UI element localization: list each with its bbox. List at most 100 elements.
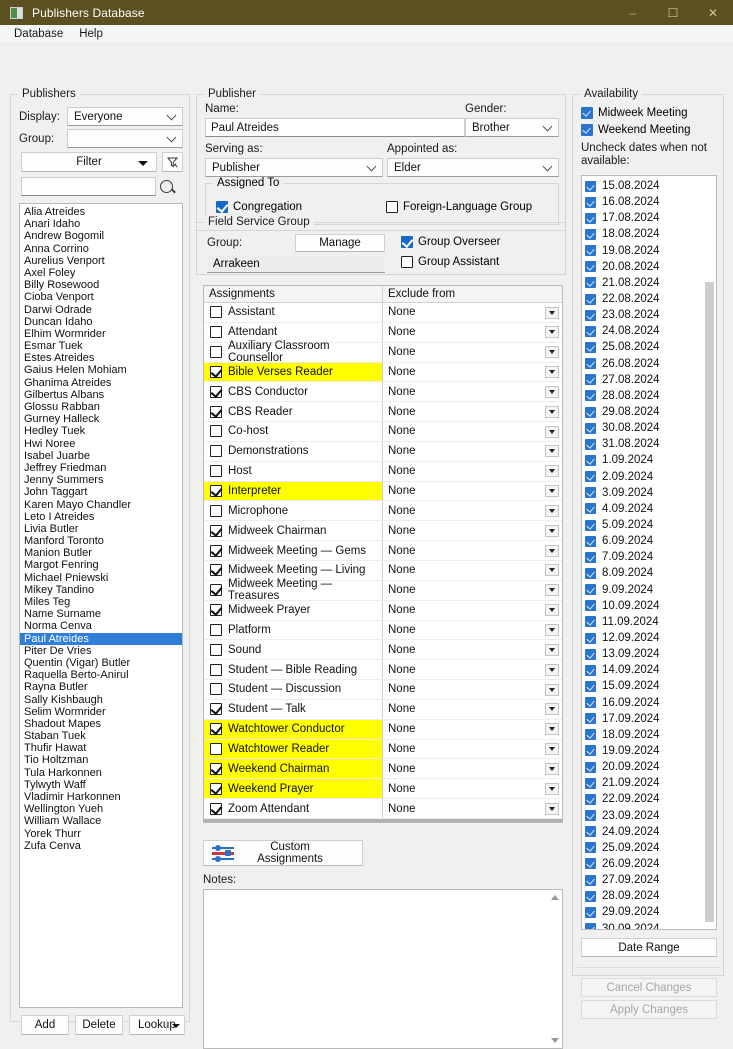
availability-date-item[interactable]: 6.09.2024 xyxy=(585,533,716,549)
publisher-list-item[interactable]: Selim Wormrider xyxy=(20,706,182,718)
dropdown-arrow-icon[interactable] xyxy=(545,564,559,577)
publisher-list-item[interactable]: Manford Toronto xyxy=(20,535,182,547)
assignment-row[interactable]: Host None xyxy=(204,461,562,482)
assignment-row[interactable]: Watchtower Reader None xyxy=(204,739,562,760)
checkbox-icon[interactable] xyxy=(585,358,596,370)
checkbox-icon[interactable] xyxy=(585,390,596,402)
checkbox-icon[interactable] xyxy=(585,810,596,822)
checkbox-icon[interactable] xyxy=(585,793,596,805)
dropdown-arrow-icon[interactable] xyxy=(545,723,559,736)
dropdown-arrow-icon[interactable] xyxy=(545,346,559,359)
publisher-list-item[interactable]: Aurelius Venport xyxy=(20,255,182,267)
dropdown-arrow-icon[interactable] xyxy=(545,624,559,636)
publishers-list[interactable]: Alia Atreides Anari Idaho Andrew Bogomil An… xyxy=(19,203,183,1008)
availability-date-item[interactable]: 15.09.2024 xyxy=(585,678,716,694)
dropdown-arrow-icon[interactable] xyxy=(545,385,559,398)
assignment-row[interactable]: Sound None xyxy=(204,640,562,661)
publisher-list-item[interactable]: Esmar Tuek xyxy=(20,340,182,352)
checkbox-icon[interactable] xyxy=(210,643,222,656)
checkbox-icon[interactable] xyxy=(585,180,596,192)
publisher-list-item[interactable]: Isabel Juarbe xyxy=(20,450,182,462)
assignment-row[interactable]: Midweek Prayer None xyxy=(204,600,562,621)
manage-button[interactable]: Manage xyxy=(295,234,385,252)
dropdown-arrow-icon[interactable] xyxy=(545,485,559,498)
dropdown-arrow-icon[interactable] xyxy=(545,326,559,339)
checkbox-icon[interactable] xyxy=(210,604,222,617)
dropdown-arrow-icon[interactable] xyxy=(545,544,559,557)
availability-date-item[interactable]: 8.09.2024 xyxy=(585,565,716,581)
assignment-row[interactable]: Weekend Prayer None xyxy=(204,779,562,800)
checkbox-icon[interactable] xyxy=(585,341,596,353)
checkbox-icon[interactable] xyxy=(585,761,596,773)
checkbox-icon[interactable] xyxy=(585,632,596,644)
checkbox-icon[interactable] xyxy=(585,648,596,660)
filter-funnel-icon-button[interactable] xyxy=(162,152,183,172)
publisher-list-item[interactable]: Name Surname xyxy=(20,608,182,620)
exclude-from-cell[interactable]: None xyxy=(383,720,562,739)
checkbox-icon[interactable] xyxy=(585,293,596,305)
availability-date-item[interactable]: 31.08.2024 xyxy=(585,436,716,452)
assignment-row[interactable]: Student — Discussion None xyxy=(204,680,562,700)
checkbox-icon[interactable] xyxy=(585,454,596,466)
availability-date-item[interactable]: 28.08.2024 xyxy=(585,388,716,404)
checkbox-icon[interactable] xyxy=(210,465,222,478)
checkbox-icon[interactable] xyxy=(585,487,596,499)
publisher-list-item[interactable]: Zufa Cenva xyxy=(20,840,182,852)
notes-textarea[interactable] xyxy=(203,889,563,1049)
checkbox-icon[interactable] xyxy=(210,346,222,359)
dates-scrollbar-thumb[interactable] xyxy=(705,282,714,922)
checkbox-icon[interactable] xyxy=(585,551,596,563)
availability-date-item[interactable]: 26.09.2024 xyxy=(585,856,716,872)
exclude-from-cell[interactable]: None xyxy=(383,382,562,401)
checkbox-icon[interactable] xyxy=(585,713,596,725)
availability-date-item[interactable]: 19.09.2024 xyxy=(585,743,716,759)
checkbox-icon[interactable] xyxy=(585,890,596,902)
scroll-up-icon[interactable] xyxy=(551,895,559,900)
dropdown-arrow-icon[interactable] xyxy=(545,663,559,676)
assignment-row[interactable]: Midweek Meeting — Treasures None xyxy=(204,578,562,602)
availability-date-item[interactable]: 22.08.2024 xyxy=(585,291,716,307)
checkbox-icon[interactable] xyxy=(210,703,222,716)
availability-date-item[interactable]: 16.09.2024 xyxy=(585,695,716,711)
publisher-list-item[interactable]: Gurney Halleck xyxy=(20,413,182,425)
dropdown-arrow-icon[interactable] xyxy=(545,703,559,716)
serving-as-select[interactable]: Publisher xyxy=(205,158,383,177)
availability-date-item[interactable]: 7.09.2024 xyxy=(585,549,716,565)
cancel-changes-button[interactable]: Cancel Changes xyxy=(581,978,717,997)
checkbox-icon[interactable] xyxy=(585,503,596,515)
dropdown-arrow-icon[interactable] xyxy=(545,683,559,696)
assignment-name-cell[interactable]: Sound xyxy=(204,640,383,660)
assignment-name-cell[interactable]: Watchtower Reader xyxy=(204,739,383,759)
display-select[interactable]: Everyone xyxy=(67,107,183,126)
exclude-from-cell[interactable]: None xyxy=(383,779,562,798)
publisher-list-item[interactable]: Elhim Wormrider xyxy=(20,328,182,340)
publisher-list-item[interactable]: Karen Mayo Chandler xyxy=(20,499,182,511)
checkbox-icon[interactable] xyxy=(585,664,596,676)
checkbox-icon[interactable] xyxy=(585,616,596,628)
assignment-name-cell[interactable]: Weekend Chairman xyxy=(204,759,383,779)
checkbox-icon[interactable] xyxy=(210,762,222,775)
exclude-from-cell[interactable]: None xyxy=(383,482,562,501)
availability-date-item[interactable]: 23.08.2024 xyxy=(585,307,716,323)
checkbox-icon[interactable] xyxy=(585,874,596,886)
apply-changes-button[interactable]: Apply Changes xyxy=(581,1000,717,1019)
checkbox-icon[interactable] xyxy=(585,906,596,918)
exclude-from-cell[interactable]: None xyxy=(383,541,562,560)
search-icon[interactable] xyxy=(160,180,173,193)
checkbox-icon[interactable] xyxy=(585,309,596,321)
checkbox-icon[interactable] xyxy=(210,405,222,418)
publisher-list-item[interactable]: Paul Atreides xyxy=(20,632,182,645)
exclude-from-cell[interactable]: None xyxy=(383,323,562,342)
availability-date-item[interactable]: 1.09.2024 xyxy=(585,452,716,468)
publisher-list-item[interactable]: Vladimir Harkonnen xyxy=(20,791,182,803)
publisher-list-item[interactable]: Gilbertus Albans xyxy=(20,389,182,401)
assignment-name-cell[interactable]: Auxiliary Classroom Counsellor xyxy=(204,340,383,364)
assignments-horizontal-scrollbar[interactable] xyxy=(204,818,562,822)
availability-date-item[interactable]: 9.09.2024 xyxy=(585,582,716,598)
assignment-name-cell[interactable]: Interpreter xyxy=(204,481,383,501)
assignment-row[interactable]: Auxiliary Classroom Counsellor None xyxy=(204,340,562,364)
assignment-row[interactable]: Student — Talk None xyxy=(204,699,562,720)
publisher-list-item[interactable]: Norma Cenva xyxy=(20,620,182,632)
dropdown-arrow-icon[interactable] xyxy=(545,802,559,815)
availability-date-item[interactable]: 11.09.2024 xyxy=(585,614,716,630)
